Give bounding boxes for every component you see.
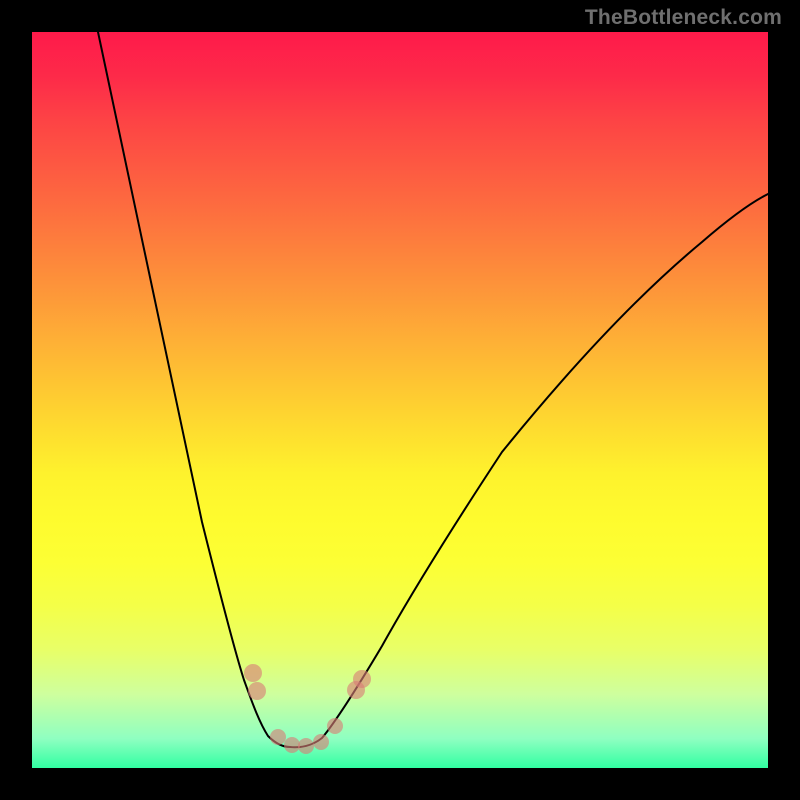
- plot-area: [32, 32, 768, 768]
- watermark-text: TheBottleneck.com: [585, 6, 782, 30]
- marker-layer: [32, 32, 768, 768]
- marker-dot: [270, 729, 286, 745]
- marker-dot: [298, 738, 314, 754]
- marker-dot: [284, 737, 300, 753]
- marker-dot: [244, 664, 262, 682]
- chart-frame: TheBottleneck.com: [0, 0, 800, 800]
- marker-dot: [313, 734, 329, 750]
- marker-dot: [327, 718, 343, 734]
- marker-dot: [248, 682, 266, 700]
- marker-dot: [353, 670, 371, 688]
